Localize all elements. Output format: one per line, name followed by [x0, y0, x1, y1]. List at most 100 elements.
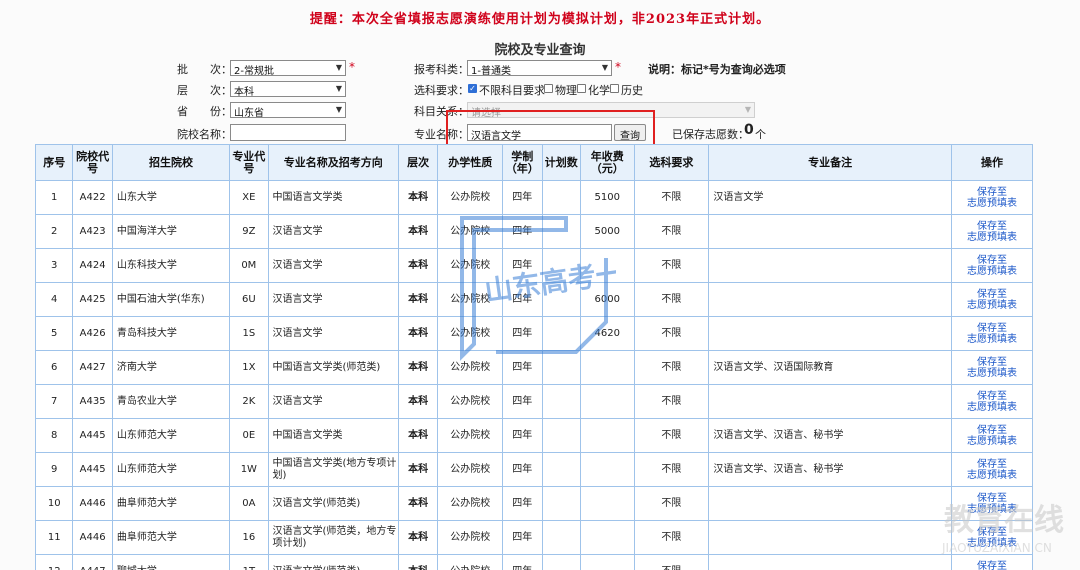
- batch-select[interactable]: 2-常规批 ▼: [230, 60, 346, 76]
- save-to-form-link[interactable]: 保存至志愿预填表: [953, 323, 1032, 345]
- saved-count-label: 已保存志愿数：: [672, 128, 749, 141]
- school-name-label: 院校名称：: [177, 128, 232, 141]
- cell-level: 本科: [397, 452, 439, 487]
- cell-seq: 4: [34, 282, 74, 317]
- cell-plan-count: [541, 384, 581, 419]
- checkbox-history[interactable]: [610, 84, 619, 93]
- table-row: 8 A445 山东师范大学 0E 中国语言文学类 本科 公办院校 四年 不限 汉语言文学、汉语言、…: [34, 418, 1033, 453]
- cell-action: 保存至志愿预填表: [951, 316, 1033, 351]
- cell-action: 保存至志愿预填表: [951, 180, 1033, 215]
- cell-school-code: A447: [72, 554, 113, 570]
- cell-school-code: A446: [72, 486, 113, 521]
- table-row: 6 A427 济南大学 1X 中国语言文学类(师范类) 本科 公办院校 四年 不限 汉语言文学、汉…: [34, 350, 1033, 385]
- cell-plan-count: [541, 520, 581, 555]
- cell-school-type: 公办院校: [437, 214, 504, 249]
- cell-action: 保存至志愿预填表: [951, 520, 1033, 555]
- cell-major-name: 汉语言文学(师范类): [267, 486, 399, 521]
- cell-action: 保存至志愿预填表: [951, 350, 1033, 385]
- cell-tuition: 5000: [579, 214, 635, 249]
- chevron-down-icon: ▼: [335, 63, 342, 72]
- col-header: 专业备注: [708, 144, 952, 181]
- save-to-form-link[interactable]: 保存至志愿预填表: [953, 493, 1032, 515]
- cell-subject-req: 不限: [633, 214, 710, 249]
- save-to-form-link[interactable]: 保存至志愿预填表: [953, 425, 1032, 447]
- cell-level: 本科: [397, 384, 439, 419]
- cell-school-name: 济南大学: [111, 350, 231, 385]
- col-header: 计划数: [541, 144, 581, 181]
- cell-level: 本科: [397, 248, 439, 283]
- col-header: 专业代号: [229, 144, 269, 181]
- cell-major-note: [708, 316, 952, 351]
- save-to-form-link[interactable]: 保存至志愿预填表: [953, 459, 1032, 481]
- cell-school-type: 公办院校: [437, 486, 504, 521]
- cell-tuition: 5100: [579, 180, 635, 215]
- table-row: 2 A423 中国海洋大学 9Z 汉语言文学 本科 公办院校 四年 5000 不限 保存至 志愿预填表: [34, 214, 1033, 249]
- category-select[interactable]: 1-普通类 ▼: [467, 60, 612, 76]
- cell-school-name: 中国石油大学(华东): [111, 282, 231, 317]
- checkbox-physics[interactable]: [544, 84, 553, 93]
- cell-school-type: 公办院校: [437, 316, 504, 351]
- cell-subject-req: 不限: [633, 248, 710, 283]
- cell-level: 本科: [397, 486, 439, 521]
- table-row: 10 A446 曲阜师范大学 0A 汉语言文学(师范类) 本科 公办院校 四年 不限 保存至 志愿预…: [34, 486, 1033, 521]
- cell-school-type: 公办院校: [437, 554, 504, 570]
- cell-school-name: 曲阜师范大学: [111, 520, 231, 555]
- col-header: 学制（年）: [502, 144, 543, 181]
- cell-subject-req: 不限: [633, 350, 710, 385]
- subject-req-label: 选科要求：: [414, 84, 469, 97]
- cell-subject-req: 不限: [633, 554, 710, 570]
- cell-tuition: 6000: [579, 282, 635, 317]
- cell-major-name: 中国语言文学类(地方专项计划): [267, 452, 399, 487]
- cell-school-code: A423: [72, 214, 113, 249]
- cell-major-note: 汉语言文学: [708, 180, 952, 215]
- table-row: 3 A424 山东科技大学 0M 汉语言文学 本科 公办院校 四年 不限 保存至 志愿预填表: [34, 248, 1033, 283]
- cell-major-code: 6U: [229, 282, 269, 317]
- save-to-form-link[interactable]: 保存至志愿预填表: [953, 561, 1032, 570]
- cell-seq: 8: [34, 418, 74, 453]
- col-header: 层次: [397, 144, 439, 181]
- cell-major-note: 汉语言文学、汉语国际教育: [708, 350, 952, 385]
- save-to-form-link[interactable]: 保存至志愿预填表: [953, 221, 1032, 243]
- save-to-form-link[interactable]: 保存至志愿预填表: [953, 391, 1032, 413]
- save-to-form-link[interactable]: 保存至志愿预填表: [953, 527, 1032, 549]
- cell-school-code: A427: [72, 350, 113, 385]
- cell-major-name: 汉语言文学: [267, 316, 399, 351]
- cell-level: 本科: [397, 554, 439, 570]
- cell-plan-count: [541, 554, 581, 570]
- cell-seq: 12: [34, 554, 74, 570]
- cell-school-name: 聊城大学: [111, 554, 231, 570]
- col-header: 办学性质: [437, 144, 504, 181]
- subject-option-label: 化学: [588, 84, 610, 97]
- save-to-form-link[interactable]: 保存至志愿预填表: [953, 357, 1032, 379]
- level-label: 层 次：: [177, 84, 232, 97]
- page-title: 院校及专业查询: [494, 43, 586, 58]
- col-header: 招生院校: [111, 144, 231, 181]
- cell-seq: 5: [34, 316, 74, 351]
- table-row: 5 A426 青岛科技大学 1S 汉语言文学 本科 公办院校 四年 4620 不限 保存至 志愿预填表: [34, 316, 1033, 351]
- save-to-form-link[interactable]: 保存至志愿预填表: [953, 289, 1032, 311]
- required-mark: *: [349, 60, 355, 74]
- level-select[interactable]: 本科 ▼: [230, 81, 346, 97]
- cell-action: 保存至志愿预填表: [951, 452, 1033, 487]
- cell-duration: 四年: [502, 486, 543, 521]
- cell-school-type: 公办院校: [437, 350, 504, 385]
- highlight-box: [446, 110, 655, 146]
- table-row: 7 A435 青岛农业大学 2K 汉语言文学 本科 公办院校 四年 不限 保存至 志愿预填表: [34, 384, 1033, 419]
- province-select[interactable]: 山东省 ▼: [230, 102, 346, 118]
- checkbox-no-requirement[interactable]: ✓: [468, 84, 477, 93]
- cell-action: 保存至志愿预填表: [951, 418, 1033, 453]
- cell-school-type: 公办院校: [437, 282, 504, 317]
- save-to-form-link[interactable]: 保存至志愿预填表: [953, 255, 1032, 277]
- chevron-down-icon: ▼: [601, 63, 608, 72]
- cell-school-type: 公办院校: [437, 520, 504, 555]
- cell-major-name: 汉语言文学: [267, 214, 399, 249]
- school-name-input[interactable]: [230, 124, 346, 141]
- table-row: 9 A445 山东师范大学 1W 中国语言文学类(地方专项计划) 本科 公办院校 四年 不限 汉语…: [34, 452, 1033, 487]
- checkbox-chemistry[interactable]: [577, 84, 586, 93]
- cell-duration: 四年: [502, 554, 543, 570]
- province-select-value: 山东省: [234, 108, 264, 118]
- chevron-down-icon: ▼: [744, 105, 751, 114]
- save-to-form-link[interactable]: 保存至志愿预填表: [953, 187, 1032, 209]
- cell-level: 本科: [397, 214, 439, 249]
- cell-tuition: [579, 452, 635, 487]
